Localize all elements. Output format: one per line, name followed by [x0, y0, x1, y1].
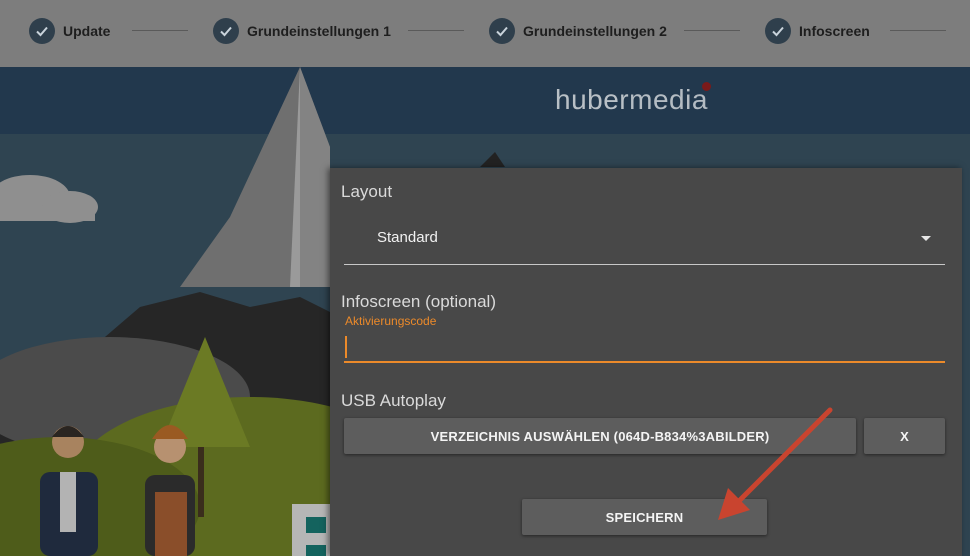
brand-logo: hubermedia	[555, 84, 708, 115]
step-connector	[684, 30, 740, 31]
step-infoscreen[interactable]: Infoscreen	[765, 18, 870, 44]
activation-code-input[interactable]	[344, 331, 945, 363]
check-icon	[489, 18, 515, 44]
activation-code-label: Aktivierungscode	[345, 314, 437, 328]
step-connector	[132, 30, 188, 31]
clear-directory-button[interactable]: X	[864, 418, 945, 454]
text-cursor	[345, 336, 347, 358]
check-icon	[29, 18, 55, 44]
step-grundeinstellungen-2[interactable]: Grundeinstellungen 2	[489, 18, 667, 44]
layout-select[interactable]: Standard	[344, 221, 945, 265]
infoscreen-settings-dialog: Layout Standard Infoscreen (optional) Ak…	[330, 168, 962, 556]
layout-select-value: Standard	[377, 229, 438, 246]
check-icon	[765, 18, 791, 44]
step-label: Update	[63, 23, 111, 39]
step-connector	[890, 30, 946, 31]
infoscreen-section-title: Infoscreen (optional)	[341, 292, 496, 311]
step-grundeinstellungen-1[interactable]: Grundeinstellungen 1	[213, 18, 391, 44]
layout-section-title: Layout	[341, 182, 393, 201]
annotation-arrow-icon	[718, 407, 833, 520]
usb-autoplay-section-title: USB Autoplay	[341, 391, 446, 410]
brand-logo-dot	[702, 82, 711, 91]
step-connector	[408, 30, 464, 31]
step-label: Grundeinstellungen 2	[523, 23, 667, 39]
step-label: Grundeinstellungen 1	[247, 23, 391, 39]
stepper: Update Grundeinstellungen 1 Grundeinstel…	[0, 0, 970, 67]
step-label: Infoscreen	[799, 23, 870, 39]
step-update[interactable]: Update	[29, 18, 110, 44]
check-icon	[213, 18, 239, 44]
dropdown-caret-icon	[921, 236, 931, 241]
